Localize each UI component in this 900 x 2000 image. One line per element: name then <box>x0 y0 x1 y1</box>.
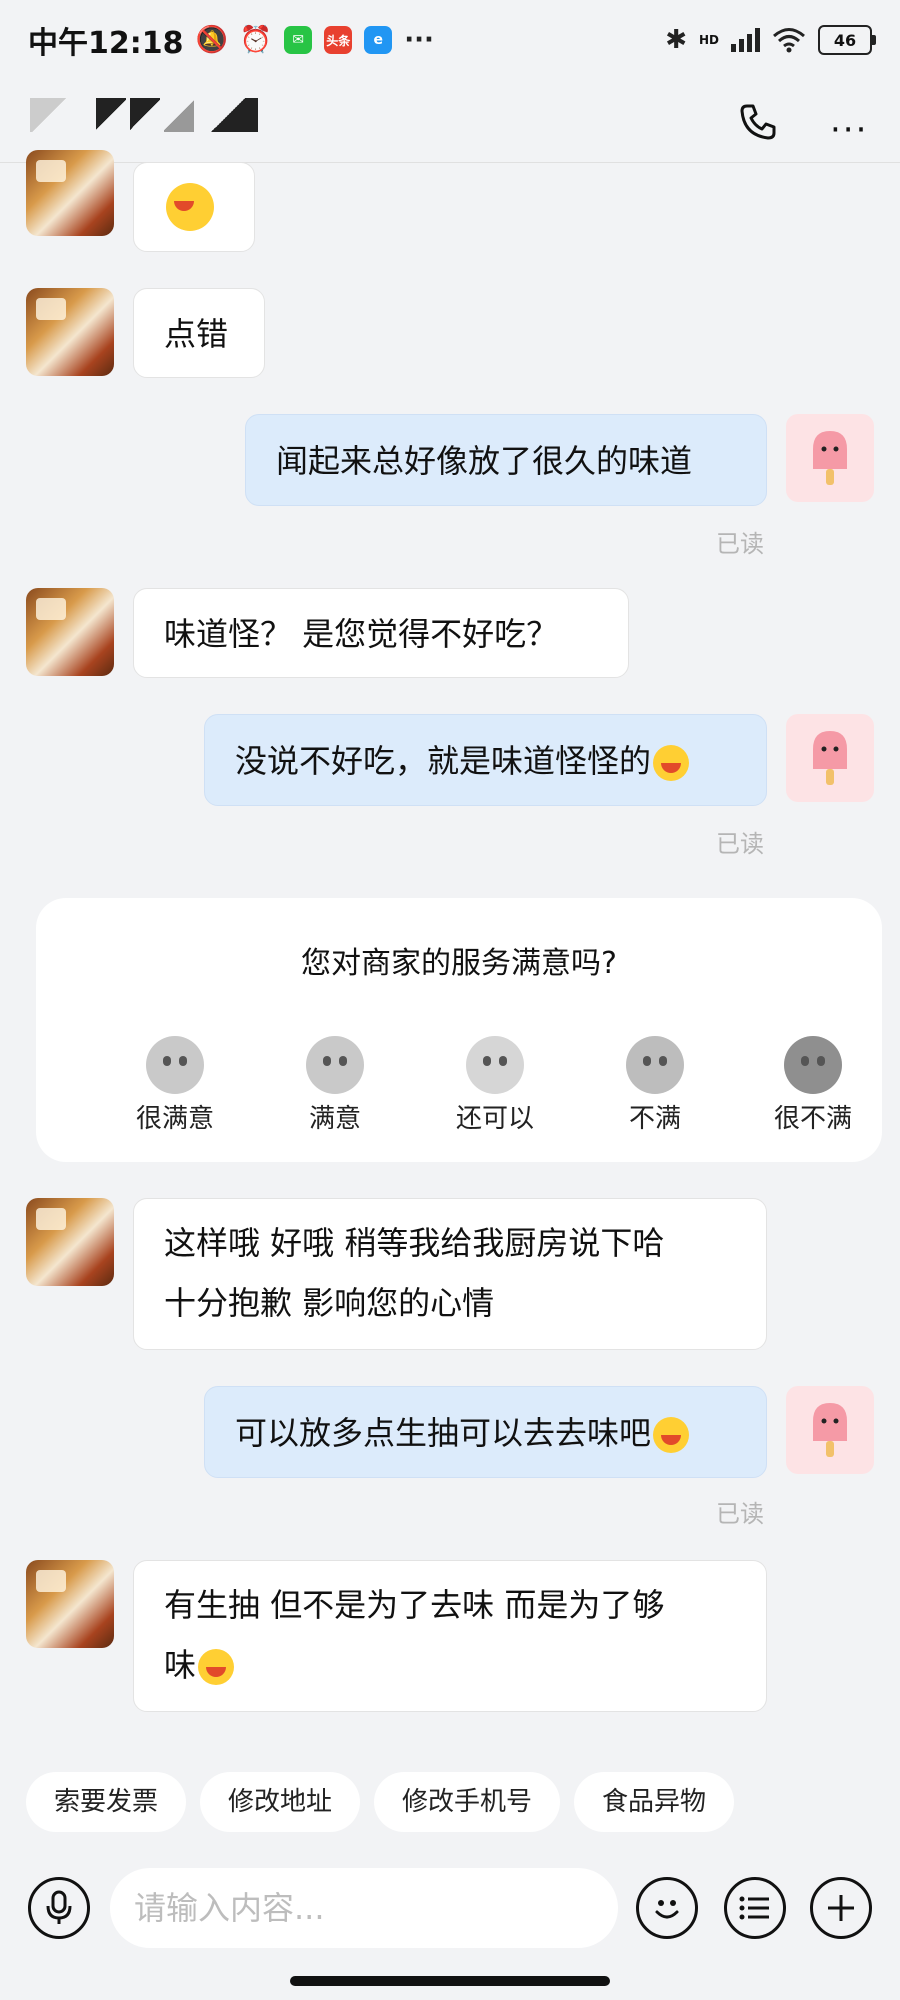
my-avatar[interactable] <box>786 714 874 802</box>
home-indicator[interactable] <box>290 1976 610 1986</box>
popsicle-icon <box>813 731 847 785</box>
rating-ok[interactable]: 还可以 <box>440 1036 550 1135</box>
message-text: 点错 <box>164 315 229 353</box>
status-right: ✱ HD 46 <box>665 25 876 55</box>
plus-icon <box>828 1895 854 1921</box>
message-text-line: 有生抽 但不是为了去味 而是为了够 <box>164 1586 665 1624</box>
message-text: 味道怪？ 是您觉得不好吃？ <box>164 615 559 653</box>
message-bubble-emoji <box>133 162 255 252</box>
my-message-bubble: 没说不好吃，就是味道怪怪的 <box>204 714 767 806</box>
network-type: HD <box>698 33 719 47</box>
list-icon <box>739 1896 769 1920</box>
rating-label: 不满 <box>628 1104 681 1134</box>
rating-very-satisfied[interactable]: 很满意 <box>120 1036 230 1135</box>
rating-satisfied[interactable]: 满意 <box>280 1036 390 1135</box>
bluetooth-icon: ✱ <box>665 25 687 55</box>
more-notifications-icon: ··· <box>404 25 434 55</box>
more-options-icon[interactable]: ··· <box>830 110 868 150</box>
quick-reply-invoice[interactable]: 索要发票 <box>26 1772 187 1832</box>
microphone-icon <box>46 1890 72 1924</box>
status-bar: 中午12:18 🔕 ⏰ ✉ 头条 e ··· ✱ HD 46 <box>0 0 900 80</box>
quick-reply-foreign-object[interactable]: 食品异物 <box>574 1772 735 1832</box>
crying-emoji-icon <box>653 745 690 781</box>
signal-icon <box>731 28 760 52</box>
dissatisfied-face-icon <box>626 1036 684 1094</box>
satisfied-face-icon <box>306 1036 364 1094</box>
my-message-bubble: 闻起来总好像放了很久的味道 <box>245 414 767 506</box>
my-avatar[interactable] <box>786 414 874 502</box>
popsicle-icon <box>813 431 847 485</box>
alarm-icon: ⏰ <box>239 25 273 55</box>
rating-dissatisfied[interactable]: 不满 <box>600 1036 710 1135</box>
merchant-avatar[interactable] <box>26 1560 114 1648</box>
ok-face-icon <box>466 1036 524 1094</box>
message-text-line: 味 <box>164 1646 197 1684</box>
quick-reply-change-phone[interactable]: 修改手机号 <box>374 1772 561 1832</box>
voice-input-button[interactable] <box>28 1877 90 1939</box>
read-status: 已读 <box>716 1500 764 1528</box>
message-bubble: 味道怪？ 是您觉得不好吃？ <box>133 588 629 678</box>
popsicle-icon <box>813 1403 847 1457</box>
satisfaction-survey: 您对商家的服务满意吗? 很满意 满意 还可以 不满 很不满 <box>36 898 882 1162</box>
smiley-icon <box>655 1900 679 1919</box>
merchant-avatar[interactable] <box>26 150 114 236</box>
merchant-avatar[interactable] <box>26 288 114 376</box>
crying-emoji-icon <box>653 1417 690 1453</box>
message-bubble: 这样哦 好哦 稍等我给我厨房说下哈 十分抱歉 影响您的心情 <box>133 1198 767 1350</box>
very-dissatisfied-face-icon <box>784 1036 842 1094</box>
very-satisfied-face-icon <box>146 1036 204 1094</box>
my-avatar[interactable] <box>786 1386 874 1474</box>
crying-emoji-icon <box>198 1649 235 1685</box>
browser-icon: e <box>364 26 393 54</box>
rating-label: 满意 <box>308 1104 361 1134</box>
emoji-button[interactable] <box>636 1877 698 1939</box>
message-bubble: 有生抽 但不是为了去味 而是为了够 味 <box>133 1560 767 1712</box>
message-text-line: 十分抱歉 影响您的心情 <box>164 1284 495 1322</box>
phone-call-icon[interactable] <box>738 102 778 142</box>
add-button[interactable] <box>810 1877 872 1939</box>
message-text: 可以放多点生抽可以去去味吧 <box>235 1414 652 1452</box>
masked-title <box>30 98 258 132</box>
status-left: 中午12:18 🔕 ⏰ ✉ 头条 e ··· <box>28 18 434 62</box>
message-text: 闻起来总好像放了很久的味道 <box>276 442 693 480</box>
quick-reply-change-address[interactable]: 修改地址 <box>200 1772 361 1832</box>
wifi-icon <box>773 28 805 53</box>
merchant-avatar[interactable] <box>26 588 114 676</box>
wechat-icon: ✉ <box>284 26 313 54</box>
message-bubble: 点错 <box>133 288 265 378</box>
clock: 中午12:18 <box>28 26 184 61</box>
rating-very-dissatisfied[interactable]: 很不满 <box>758 1036 868 1135</box>
toutiao-icon: 头条 <box>324 26 353 54</box>
battery-icon: 46 <box>818 25 876 55</box>
menu-button[interactable] <box>724 1877 786 1939</box>
rating-label: 很满意 <box>135 1104 214 1134</box>
rating-label: 很不满 <box>773 1104 852 1134</box>
merchant-avatar[interactable] <box>26 1198 114 1286</box>
input-bar <box>0 1858 900 1958</box>
mute-bell-icon: 🔕 <box>195 25 228 55</box>
survey-question: 您对商家的服务满意吗? <box>301 946 617 981</box>
rating-label: 还可以 <box>455 1104 534 1134</box>
crying-emoji-icon <box>166 183 214 231</box>
message-text: 没说不好吃，就是味道怪怪的 <box>235 742 652 780</box>
my-message-bubble: 可以放多点生抽可以去去味吧 <box>204 1386 767 1478</box>
read-status: 已读 <box>716 530 764 558</box>
chat-header: ··· <box>0 80 900 163</box>
message-input[interactable] <box>110 1868 618 1948</box>
read-status: 已读 <box>716 830 764 858</box>
quick-reply-bar: 索要发票 修改地址 修改手机号 食品异物 <box>26 1772 735 1832</box>
message-text-line: 这样哦 好哦 稍等我给我厨房说下哈 <box>164 1224 665 1262</box>
